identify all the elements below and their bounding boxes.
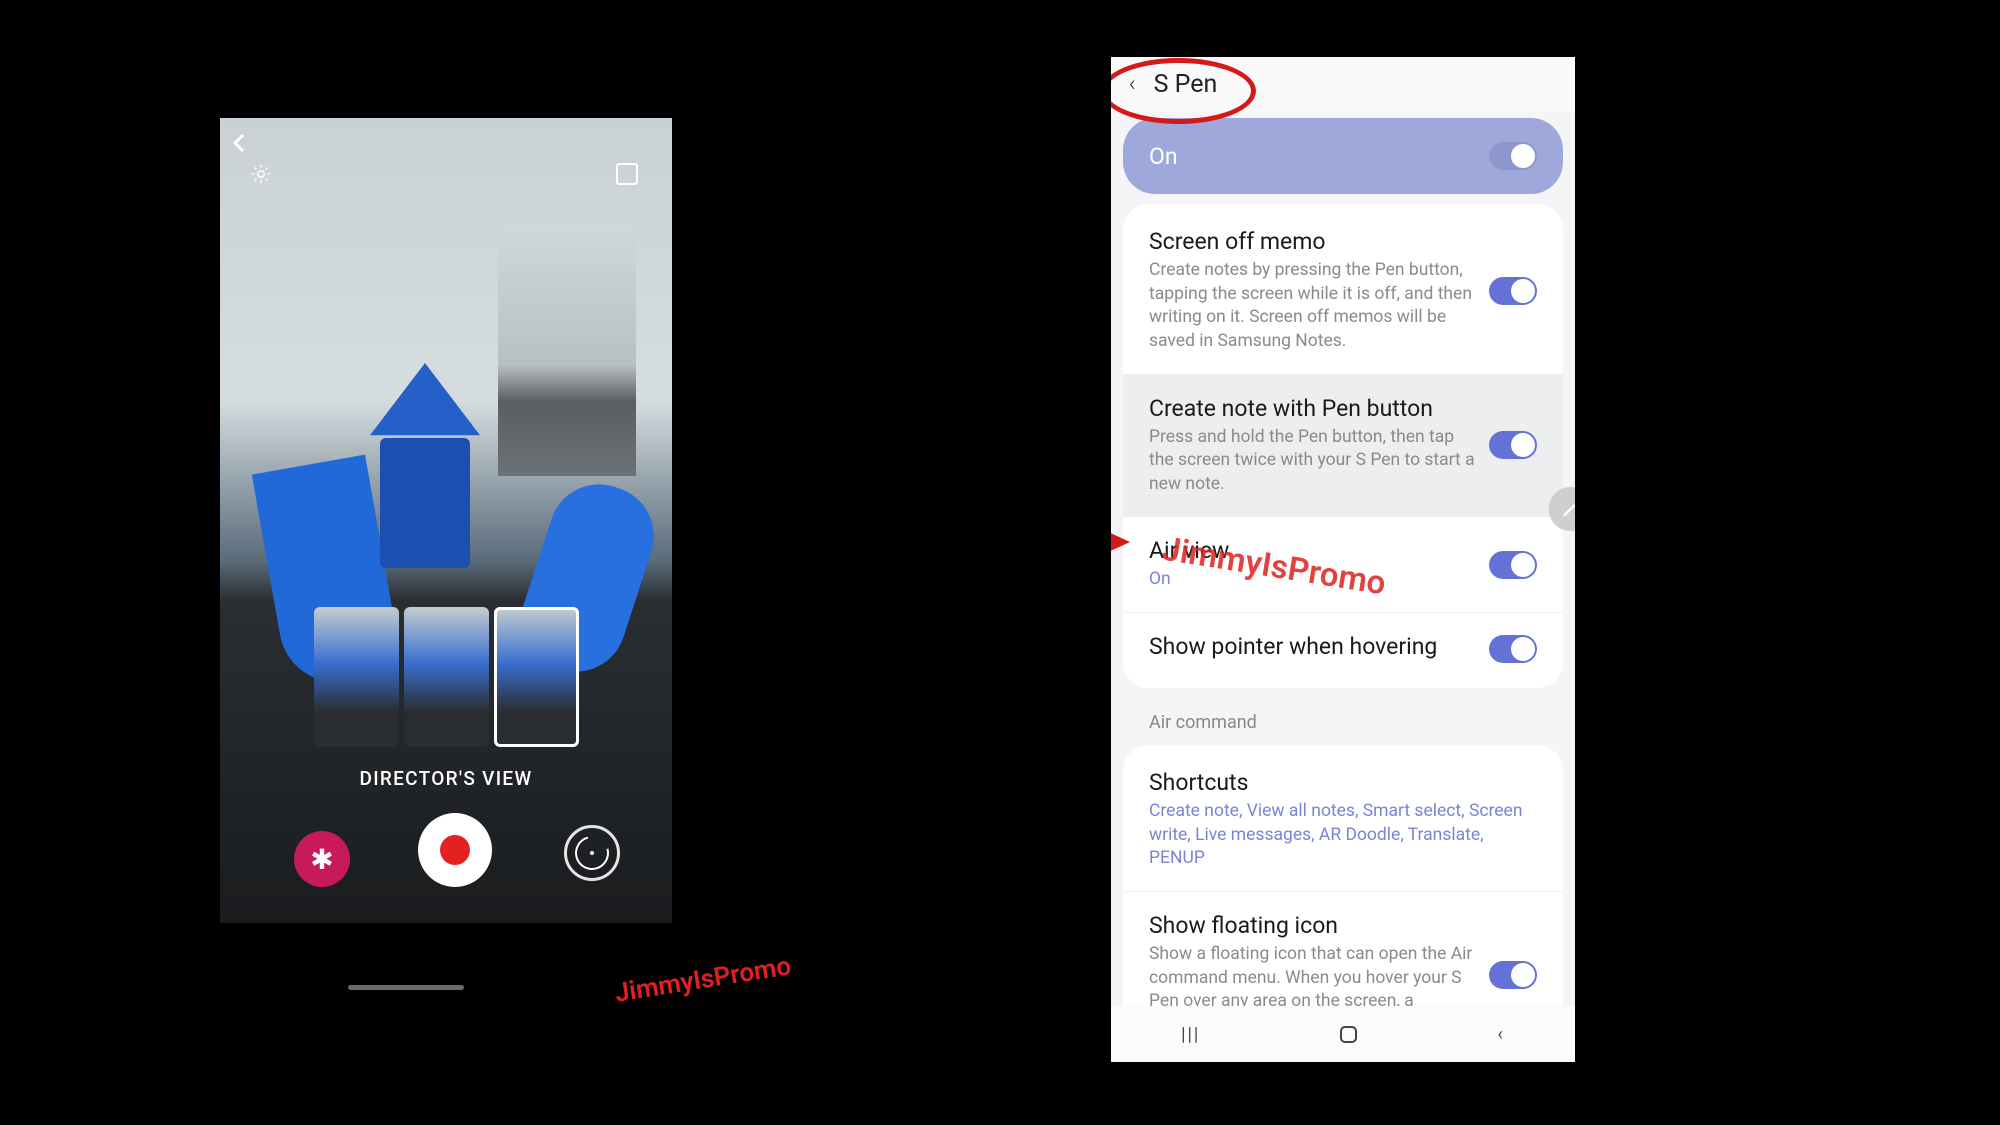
watermark: JimmyIsPromo <box>613 951 793 1008</box>
aspect-ratio-icon[interactable] <box>616 163 638 185</box>
row-shortcuts[interactable]: Shortcuts Create note, View all notes, S… <box>1123 749 1563 891</box>
toggle-create-note-pen[interactable] <box>1489 431 1537 459</box>
camera-viewfinder[interactable]: DIRECTOR'S VIEW <box>220 118 672 923</box>
row-screen-off-memo[interactable]: Screen off memo Create notes by pressing… <box>1123 208 1563 374</box>
row-title: Show pointer when hovering <box>1149 633 1475 660</box>
back-nav-icon[interactable]: ‹ <box>1498 1024 1505 1045</box>
row-air-view[interactable]: Air view On <box>1123 516 1563 612</box>
page-title: S Pen <box>1154 70 1218 99</box>
row-show-pointer[interactable]: Show pointer when hovering <box>1123 612 1563 684</box>
home-icon[interactable] <box>1340 1026 1357 1043</box>
camera-mode-label[interactable]: DIRECTOR'S VIEW <box>220 767 672 790</box>
section-label-air-command: Air command <box>1111 698 1575 735</box>
master-toggle[interactable] <box>1489 142 1537 170</box>
navigation-bar: ||| ‹ <box>1111 1006 1575 1062</box>
row-title: Create note with Pen button <box>1149 395 1475 422</box>
gallery-button[interactable]: ✱ <box>294 831 350 887</box>
row-create-note-pen[interactable]: Create note with Pen button Press and ho… <box>1123 374 1563 517</box>
toggle-screen-off-memo[interactable] <box>1489 277 1537 305</box>
annotation-arrow <box>1111 531 1130 553</box>
settings-gear-icon[interactable] <box>250 163 272 185</box>
switch-camera-icon <box>569 830 615 876</box>
switch-camera-button[interactable] <box>564 825 620 881</box>
home-indicator[interactable] <box>348 985 464 990</box>
camera-app: DIRECTOR'S VIEW ✱ <box>220 98 672 918</box>
row-title: Air view <box>1149 537 1475 564</box>
settings-header: ‹ S Pen <box>1111 57 1575 112</box>
back-arrow-icon[interactable] <box>228 131 256 159</box>
back-icon[interactable]: ‹ <box>1129 72 1136 97</box>
toggle-air-view[interactable] <box>1489 551 1537 579</box>
toggle-floating-icon[interactable] <box>1489 961 1537 989</box>
row-title: Screen off memo <box>1149 228 1475 255</box>
row-sub: On <box>1149 568 1475 592</box>
row-sub: Create note, View all notes, Smart selec… <box>1149 800 1537 871</box>
row-sub: Create notes by pressing the Pen button,… <box>1149 259 1475 354</box>
lens-thumb-wide[interactable] <box>314 607 399 747</box>
record-dot-icon <box>440 835 470 865</box>
row-sub: Press and hold the Pen button, then tap … <box>1149 426 1475 497</box>
picture-in-picture-preview[interactable] <box>498 228 636 476</box>
toggle-show-pointer[interactable] <box>1489 635 1537 663</box>
recents-icon[interactable]: ||| <box>1181 1024 1200 1045</box>
settings-screen: ‹ S Pen On Screen off memo Create notes … <box>1111 57 1575 1062</box>
lens-thumb-tele[interactable] <box>494 607 579 747</box>
row-title: Show floating icon <box>1149 912 1475 939</box>
lens-thumbnails <box>314 607 579 747</box>
master-toggle-label: On <box>1149 143 1178 170</box>
lens-thumb-main[interactable] <box>404 607 489 747</box>
camera-controls: ✱ <box>220 813 672 908</box>
master-toggle-card[interactable]: On <box>1123 118 1563 194</box>
row-title: Shortcuts <box>1149 769 1537 796</box>
card-memo: Screen off memo Create notes by pressing… <box>1123 204 1563 688</box>
record-button[interactable] <box>418 813 492 887</box>
